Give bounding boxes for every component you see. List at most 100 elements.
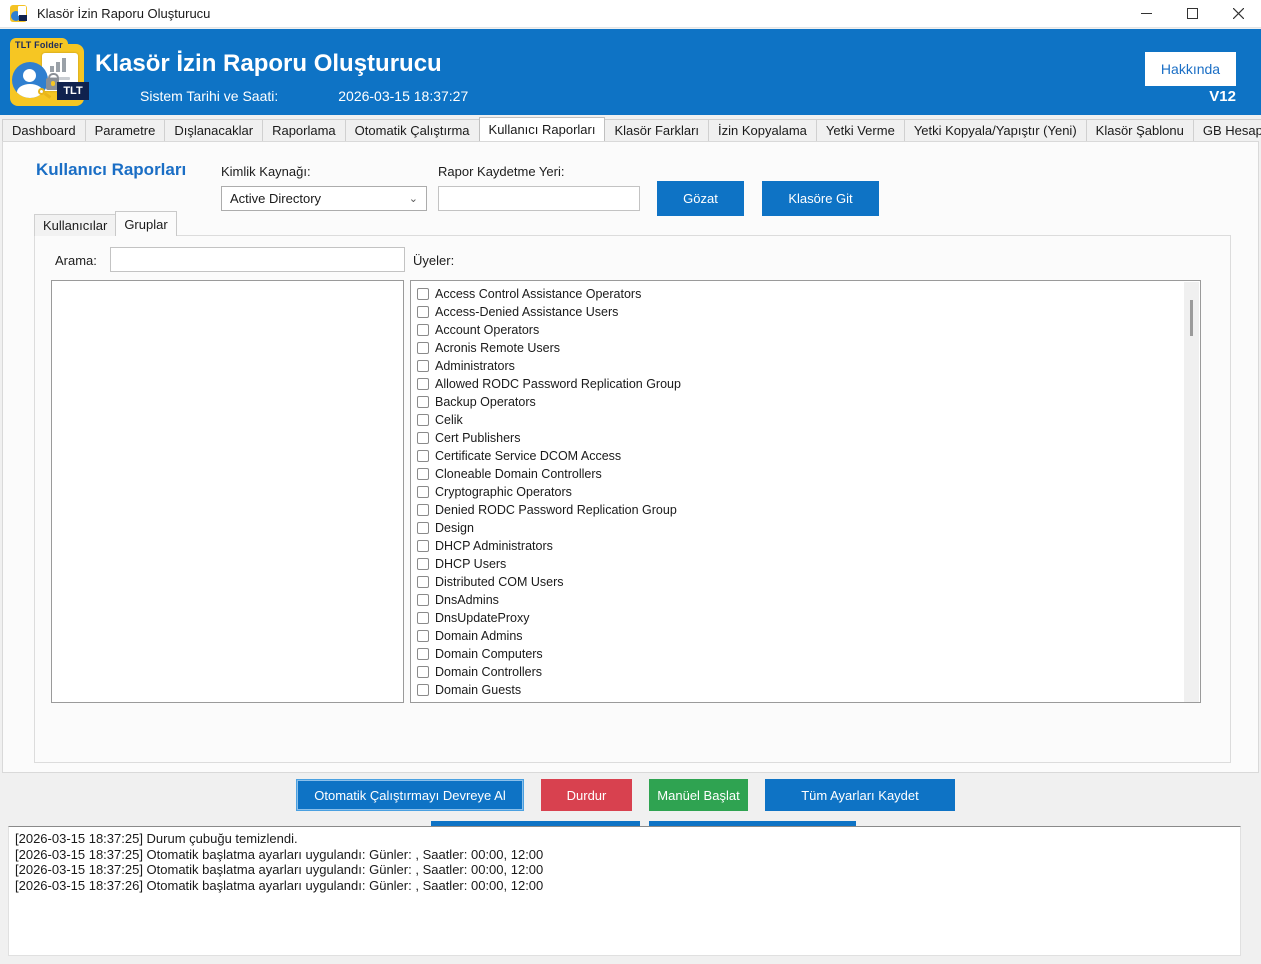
group-checkbox[interactable] (417, 288, 429, 300)
group-label: Administrators (435, 359, 515, 373)
group-checkbox[interactable] (417, 594, 429, 606)
group-row[interactable]: Cert Publishers (415, 429, 1200, 447)
log-output[interactable]: [2026-03-15 18:37:25] Durum çubuğu temiz… (8, 826, 1241, 956)
save-all-button[interactable]: Tüm Ayarları Kaydet (765, 779, 955, 811)
group-checkbox[interactable] (417, 612, 429, 624)
group-label: DHCP Users (435, 557, 506, 571)
group-checkbox[interactable] (417, 576, 429, 588)
group-label: Cryptographic Operators (435, 485, 572, 499)
group-checkbox[interactable] (417, 630, 429, 642)
group-label: Access Control Assistance Operators (435, 287, 641, 301)
group-label: Design (435, 521, 474, 535)
tab-page-kullanici-raporlari: Kullanıcı Raporları Kimlik Kaynağı: Acti… (2, 141, 1259, 773)
group-row[interactable]: DHCP Users (415, 555, 1200, 573)
log-line: [2026-03-15 18:37:25] Otomatik başlatma … (15, 847, 1234, 863)
inner-tab-gruplar[interactable]: Gruplar (115, 211, 176, 236)
group-checkbox[interactable] (417, 522, 429, 534)
browse-button[interactable]: Gözat (657, 181, 744, 216)
about-button[interactable]: Hakkında (1145, 52, 1236, 86)
scrollbar-thumb[interactable] (1190, 300, 1193, 336)
stop-button[interactable]: Durdur (541, 779, 632, 811)
group-row[interactable]: DnsUpdateProxy (415, 609, 1200, 627)
app-icon (10, 5, 27, 22)
group-checkbox[interactable] (417, 342, 429, 354)
group-checkbox[interactable] (417, 450, 429, 462)
group-row[interactable]: Backup Operators (415, 393, 1200, 411)
group-row[interactable]: Domain Controllers (415, 663, 1200, 681)
inner-tab-page-gruplar: Arama: Üyeler: Access Control Assistance… (34, 235, 1231, 763)
group-row[interactable]: Certificate Service DCOM Access (415, 447, 1200, 465)
group-label: Distributed COM Users (435, 575, 564, 589)
tab-i-zin-kopyalama[interactable]: İzin Kopyalama (708, 119, 817, 141)
group-row[interactable]: Account Operators (415, 321, 1200, 339)
group-label: Backup Operators (435, 395, 536, 409)
group-checkbox[interactable] (417, 324, 429, 336)
vertical-scrollbar[interactable] (1184, 282, 1199, 702)
main-tab-strip: DashboardParametreDışlanacaklarRaporlama… (2, 117, 1259, 141)
group-row[interactable]: Cloneable Domain Controllers (415, 465, 1200, 483)
key-icon (38, 88, 50, 100)
group-checkbox[interactable] (417, 360, 429, 372)
group-checkbox[interactable] (417, 648, 429, 660)
tab-parametre[interactable]: Parametre (85, 119, 166, 141)
group-row[interactable]: Cryptographic Operators (415, 483, 1200, 501)
group-checkbox[interactable] (417, 306, 429, 318)
tab-klasör-şablonu[interactable]: Klasör Şablonu (1086, 119, 1194, 141)
group-checkbox[interactable] (417, 414, 429, 426)
save-location-input[interactable] (438, 186, 640, 211)
tab-klasör-farkları[interactable]: Klasör Farkları (604, 119, 709, 141)
goto-folder-button[interactable]: Klasöre Git (762, 181, 879, 216)
tab-dashboard[interactable]: Dashboard (2, 119, 86, 141)
group-checkbox[interactable] (417, 504, 429, 516)
group-label: DHCP Administrators (435, 539, 553, 553)
inner-tab-kullanıcılar[interactable]: Kullanıcılar (34, 214, 116, 236)
members-checklist[interactable]: Access Control Assistance Operators Acces… (410, 280, 1201, 703)
version-label: V12 (1178, 88, 1236, 105)
group-row[interactable]: Celik (415, 411, 1200, 429)
group-row[interactable]: Administrators (415, 357, 1200, 375)
close-icon[interactable] (1215, 0, 1261, 28)
group-row[interactable]: Acronis Remote Users (415, 339, 1200, 357)
group-label: Denied RODC Password Replication Group (435, 503, 677, 517)
maximize-icon[interactable] (1169, 0, 1215, 28)
group-checkbox[interactable] (417, 666, 429, 678)
group-row[interactable]: Distributed COM Users (415, 573, 1200, 591)
members-label: Üyeler: (413, 253, 454, 268)
group-label: Domain Admins (435, 629, 523, 643)
tab-raporlama[interactable]: Raporlama (262, 119, 346, 141)
group-row[interactable]: Access Control Assistance Operators (415, 285, 1200, 303)
group-label: Account Operators (435, 323, 539, 337)
group-row[interactable]: DHCP Administrators (415, 537, 1200, 555)
tab-dışlanacaklar[interactable]: Dışlanacaklar (164, 119, 263, 141)
tab-gb-hesaplama[interactable]: GB Hesaplama (1193, 119, 1261, 141)
group-checkbox[interactable] (417, 558, 429, 570)
auto-run-button[interactable]: Otomatik Çalıştırmayı Devreye Al (296, 779, 524, 811)
manual-start-button[interactable]: Manüel Başlat (649, 779, 748, 811)
group-checkbox[interactable] (417, 540, 429, 552)
group-checkbox[interactable] (417, 684, 429, 696)
group-checkbox[interactable] (417, 468, 429, 480)
tab-kullanıcı-raporları[interactable]: Kullanıcı Raporları (479, 117, 606, 141)
group-row[interactable]: Allowed RODC Password Replication Group (415, 375, 1200, 393)
group-row[interactable]: Access-Denied Assistance Users (415, 303, 1200, 321)
group-row[interactable]: Denied RODC Password Replication Group (415, 501, 1200, 519)
group-checkbox[interactable] (417, 486, 429, 498)
selected-groups-listbox[interactable] (51, 280, 404, 703)
minimize-icon[interactable] (1123, 0, 1169, 28)
group-checkbox[interactable] (417, 432, 429, 444)
tab-yetki-verme[interactable]: Yetki Verme (816, 119, 905, 141)
group-checkbox[interactable] (417, 378, 429, 390)
search-input[interactable] (110, 247, 405, 272)
group-checkbox[interactable] (417, 396, 429, 408)
group-row[interactable]: Domain Admins (415, 627, 1200, 645)
group-row[interactable]: Design (415, 519, 1200, 537)
inner-tab-strip: KullanıcılarGruplar (34, 211, 176, 236)
title-bar: Klasör İzin Raporu Oluşturucu (0, 0, 1261, 28)
tab-yetki-kopyala-yapıştır-yeni-[interactable]: Yetki Kopyala/Yapıştır (Yeni) (904, 119, 1087, 141)
group-row[interactable]: Domain Guests (415, 681, 1200, 699)
group-row[interactable]: DnsAdmins (415, 591, 1200, 609)
identity-source-select[interactable]: Active Directory ⌄ (221, 186, 427, 211)
tab-otomatik-çalıştırma[interactable]: Otomatik Çalıştırma (345, 119, 480, 141)
identity-source-label: Kimlik Kaynağı: (221, 164, 311, 179)
group-row[interactable]: Domain Computers (415, 645, 1200, 663)
